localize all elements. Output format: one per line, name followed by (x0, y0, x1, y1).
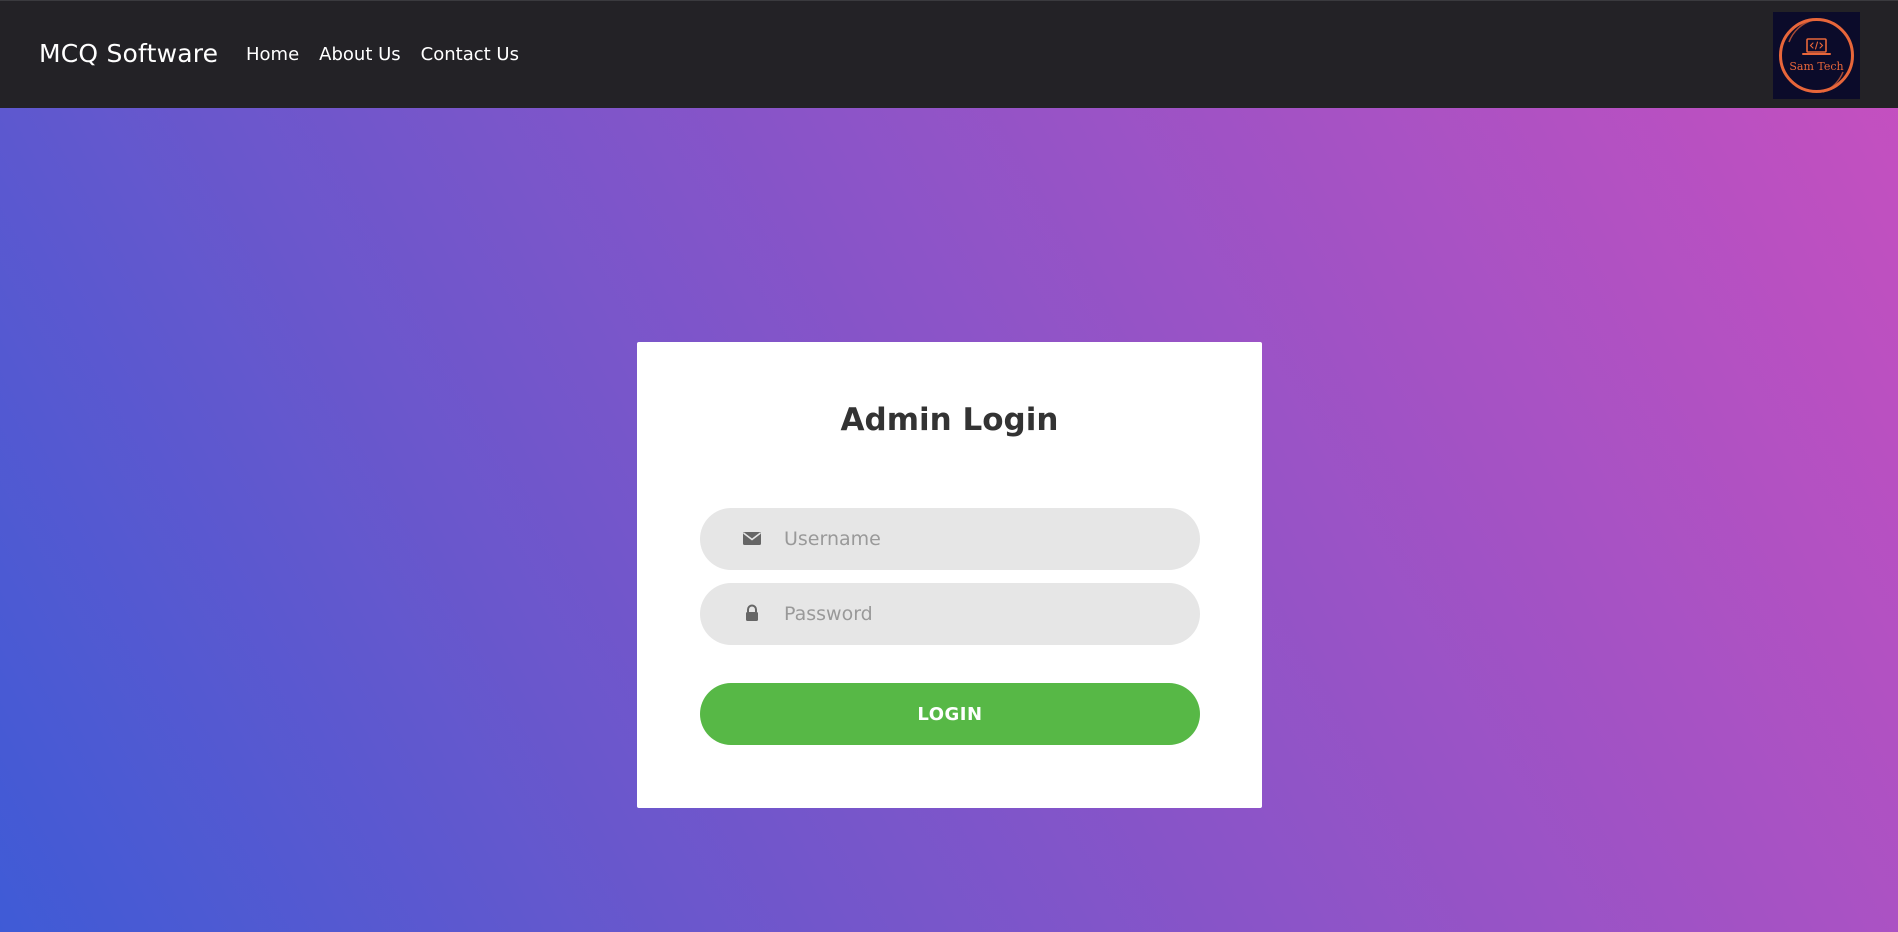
logo-text: Sam Tech (1789, 60, 1843, 73)
nav-links: Home About Us Contact Us (246, 44, 519, 65)
nav-link-contact-us[interactable]: Contact Us (421, 44, 519, 65)
password-input[interactable] (784, 583, 1174, 645)
page-background: MCQ Software Home About Us Contact Us Sa… (0, 0, 1898, 932)
login-title: Admin Login (840, 402, 1059, 438)
nav-link-home[interactable]: Home (246, 44, 299, 65)
lock-icon (746, 604, 758, 621)
logo-graphic: Sam Tech (1779, 18, 1854, 93)
top-navbar: MCQ Software Home About Us Contact Us Sa… (0, 0, 1898, 108)
username-field-wrapper (700, 508, 1200, 570)
username-input[interactable] (784, 508, 1174, 570)
sam-tech-logo: Sam Tech (1773, 12, 1860, 99)
laptop-code-icon (1802, 38, 1831, 55)
brand-link[interactable]: MCQ Software (39, 39, 218, 68)
login-button[interactable]: LOGIN (700, 683, 1200, 745)
login-card: Admin Login LOGIN (637, 342, 1262, 808)
nav-link-about-us[interactable]: About Us (319, 44, 401, 65)
password-field-wrapper (700, 583, 1200, 645)
envelope-icon (743, 532, 761, 545)
